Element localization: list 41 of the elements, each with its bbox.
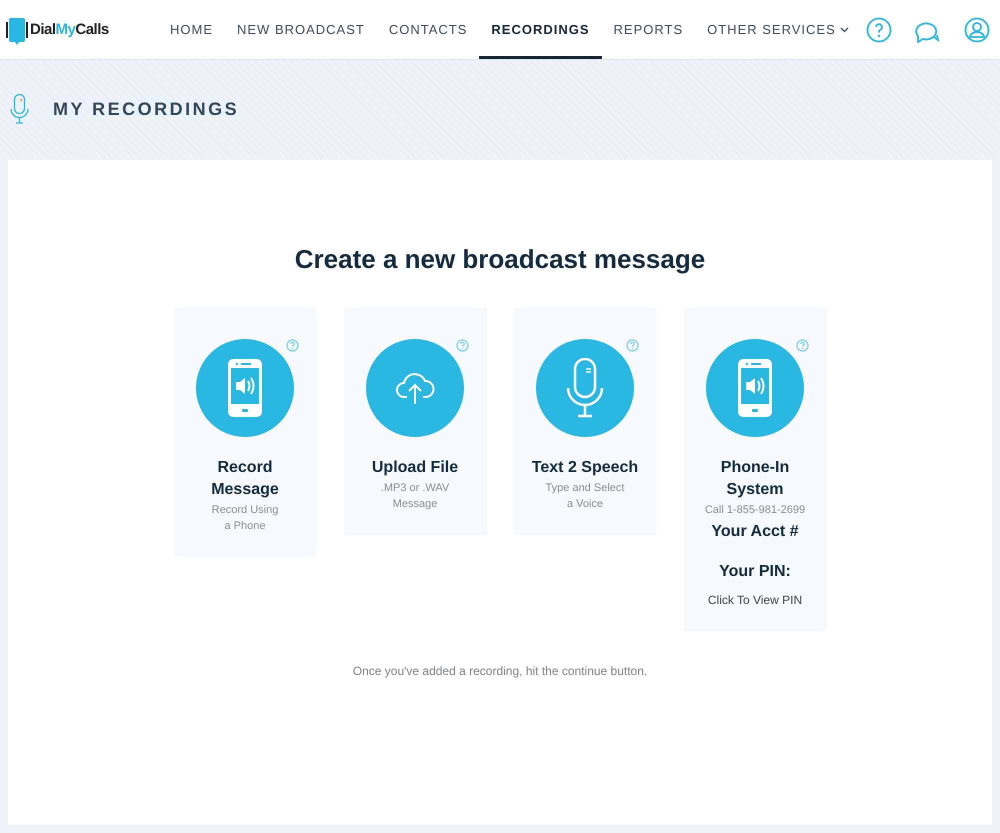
page-title: MY RECORDINGS [53, 98, 240, 120]
card-subtitle: .MP3 or .WAV [380, 481, 450, 495]
card-title: Text 2 Speech [532, 458, 638, 478]
help-icon[interactable] [866, 16, 892, 42]
nav-tab[interactable]: REPORTS [602, 0, 696, 59]
card-title: Record [217, 458, 273, 478]
user-icon[interactable] [964, 16, 990, 42]
card-subtitle: Record Using [212, 503, 278, 517]
option-card[interactable]: Record Message Record Using a Phone [174, 307, 316, 557]
card-title: Message [211, 480, 279, 500]
nav-tab[interactable]: NEW BROADCAST [225, 0, 377, 59]
help-icon[interactable] [456, 339, 468, 352]
microphone-icon [10, 94, 29, 124]
logo[interactable]: DialMyCalls [6, 14, 158, 46]
card-title: Upload File [372, 458, 458, 478]
card-subtitle: a Phone [224, 519, 266, 533]
option-card[interactable]: Phone-In System Call 1-855-981-2699 Your Acct # Your PIN: Click To View PIN [684, 307, 826, 631]
card-subtitle: Type and Select [546, 481, 624, 495]
help-icon[interactable] [796, 339, 808, 352]
option-card[interactable]: Text 2 Speech Type and Select a Voice [514, 307, 656, 535]
microphone-icon [566, 358, 604, 418]
card-title: System [726, 480, 784, 500]
hint-text: Once you've added a recording, hit the continue button. [352, 664, 648, 678]
card-subtitle: Call 1-855-981-2699 [704, 503, 806, 517]
nav-tab[interactable]: HOME [158, 0, 225, 59]
option-card[interactable]: Upload File .MP3 or .WAV Message [344, 307, 486, 535]
view-pin-link[interactable]: Click To View PIN [708, 593, 802, 607]
account-label: Your Acct # [711, 522, 799, 542]
card-subtitle: Message [392, 497, 438, 511]
cloud-upload-icon [395, 371, 435, 405]
nav-tab[interactable]: CONTACTS [376, 0, 480, 59]
chevron-down-icon [840, 26, 849, 32]
section-heading: Create a new broadcast message [294, 244, 706, 275]
card-subtitle: a Voice [566, 497, 604, 511]
account-label: Your PIN: [719, 562, 791, 582]
nav-tab[interactable]: OTHER SERVICES [695, 0, 861, 59]
help-icon[interactable] [286, 339, 298, 352]
card-title: Phone-In [720, 458, 790, 478]
phone-speaker-icon [737, 358, 773, 418]
help-icon[interactable] [626, 339, 638, 352]
phone-speaker-icon [227, 358, 263, 418]
